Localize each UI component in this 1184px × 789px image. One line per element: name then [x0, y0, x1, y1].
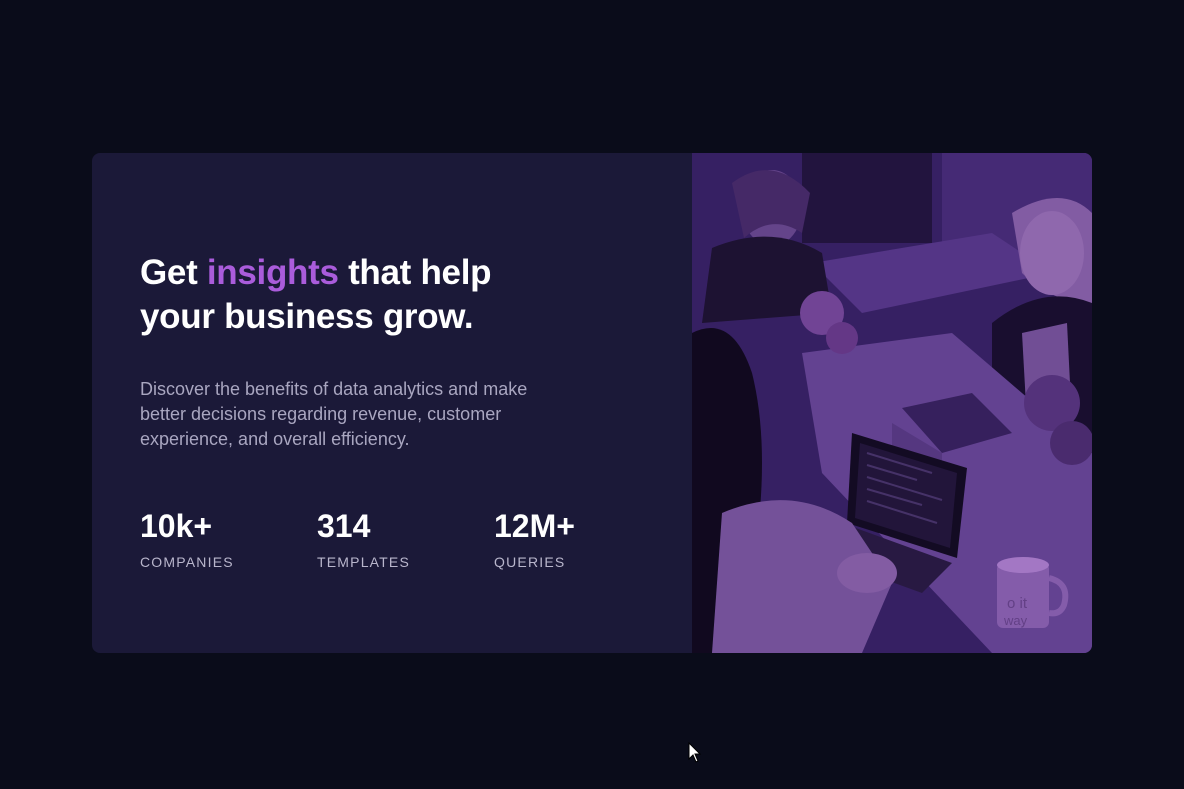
stats-preview-card: Get insights that help your business gro…	[92, 153, 1092, 653]
card-content: Get insights that help your business gro…	[92, 153, 692, 653]
headline-start: Get	[140, 253, 207, 292]
headline-accent: insights	[206, 253, 339, 292]
description: Discover the benefits of data analytics …	[140, 379, 528, 449]
headline: Get insights that help your business gro…	[140, 251, 540, 339]
office-photo-illustration: o it way	[692, 153, 1092, 653]
stats-row: 10k+ COMPANIES 314 TEMPLATES 12M+ QUERIE…	[140, 508, 692, 570]
office-photo: o it way	[692, 153, 1092, 653]
stat-value: 314	[317, 508, 371, 544]
stat-templates: 314 TEMPLATES	[317, 508, 494, 570]
mouse-cursor-icon	[688, 742, 702, 763]
stat-queries: 12M+ QUERIES	[494, 508, 671, 570]
stat-companies: 10k+ COMPANIES	[140, 508, 317, 570]
stat-label: COMPANIES	[140, 554, 234, 570]
stat-label: QUERIES	[494, 554, 566, 570]
stat-value: 12M+	[494, 508, 575, 544]
stat-value: 10k+	[140, 508, 213, 544]
stat-label: TEMPLATES	[317, 554, 411, 570]
